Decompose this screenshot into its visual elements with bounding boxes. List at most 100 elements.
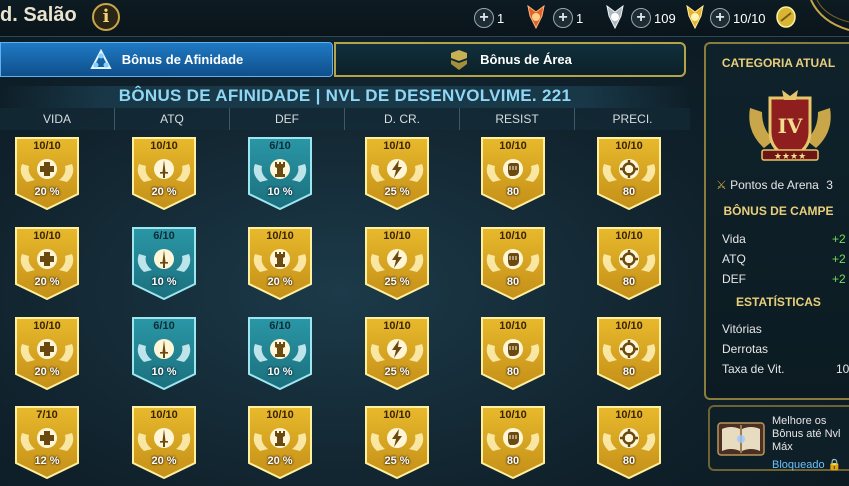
badge-value: 80 [506,186,520,198]
swords-icon: ⚔ [716,178,727,192]
add-icon[interactable]: + [553,8,573,28]
badge-level: 10/10 [615,320,643,332]
arena-points-label: Pontos de Arena [730,178,819,192]
tower-icon [268,247,292,271]
bonus-badge[interactable]: 10/10 80 [595,136,663,210]
bonus-grid: 10/10 20 % 10/10 20 % 6/10 10 % 10/10 25 % 10/10… [0,136,690,486]
upgrade-text-line: Melhore os [772,415,827,427]
badge-level: 10/10 [266,409,294,421]
fist-icon [501,247,525,271]
badge-value: 25 % [384,455,410,467]
badge-level: 10/10 [383,230,411,242]
badge-level: 10/10 [33,230,61,242]
bonus-value: +2 [832,272,846,286]
stat-label: Derrotas [722,342,769,356]
tower-icon [268,157,292,181]
resource-gold-medal[interactable]: + 109 [631,4,704,30]
badge-value: 10 % [267,366,293,378]
badge-level: 6/10 [153,230,175,242]
bonus-badge[interactable]: 10/10 20 % [13,226,81,300]
bonus-badge[interactable]: 10/10 25 % [363,405,431,479]
column-header-def: DEF [230,108,345,130]
bonus-badge[interactable]: 10/10 20 % [246,405,314,479]
badge-level: 10/10 [33,320,61,332]
resource-silver-medal[interactable]: + 1 [553,4,624,30]
column-header-atq: ATQ [115,108,230,130]
top-bar: d. Salão i + 1 + 1 + 109 + 10/10 [0,0,849,37]
corner-ornament-icon [810,0,849,31]
bonus-badge[interactable]: 6/10 10 % [130,316,198,390]
bonus-badge[interactable]: 6/10 10 % [130,226,198,300]
column-header-dcr: D. CR. [345,108,460,130]
bonus-badge[interactable]: 10/10 20 % [13,136,81,210]
rank-numeral: IV [778,114,803,138]
resource-orange-medal[interactable]: + 1 [474,4,545,30]
tome-icon [717,422,765,456]
stats-row: Vitórias [722,322,849,336]
badge-value: 80 [622,186,636,198]
upgrade-text: Melhore os Bônus até Nvl Máx [772,415,849,454]
tab-affinity-bonus[interactable]: Bônus de Afinidade [0,42,333,77]
badge-value: 10 % [151,366,177,378]
badge-value: 20 % [34,186,60,198]
add-icon[interactable]: + [474,8,494,28]
info-icon[interactable]: i [92,3,120,31]
badge-value: 10 % [267,186,293,198]
gold-medal-icon [686,4,704,30]
badge-value: 80 [622,366,636,378]
bonus-badge[interactable]: 10/10 80 [479,405,547,479]
bonus-badge[interactable]: 10/10 80 [479,316,547,390]
stat-label: Vitórias [722,322,762,336]
resource-value: 1 [576,10,584,26]
bonus-badge[interactable]: 10/10 20 % [246,226,314,300]
tower-icon [268,426,292,450]
locked-status: Bloqueado 🔒 [772,458,841,471]
bonus-badge[interactable]: 7/10 12 % [13,405,81,479]
bonus-badge[interactable]: 10/10 20 % [130,405,198,479]
silver-medal-icon [606,4,624,30]
bonus-label: ATQ [722,252,746,266]
upgrade-bonus-card[interactable]: Melhore os Bônus até Nvl Máx Bloqueado 🔒 [708,405,849,471]
bonus-badge[interactable]: 10/10 25 % [363,316,431,390]
page-title: d. Salão [0,4,77,26]
bonus-badge[interactable]: 10/10 20 % [130,136,198,210]
resource-value: 1 [497,10,505,26]
badge-value: 80 [622,276,636,288]
bonus-badge[interactable]: 6/10 10 % [246,136,314,210]
crosshair-icon [617,157,641,181]
lightning-icon [385,247,409,271]
cross-icon [35,337,59,361]
gold-token-icon [776,6,796,28]
upgrade-text-line: Máx [772,441,793,453]
badge-level: 10/10 [615,230,643,242]
resource-value: 10/10 [733,10,766,26]
champion-bonus-row: ATQ +2 [722,252,849,266]
badge-level: 10/10 [499,230,527,242]
bonus-badge[interactable]: 10/10 80 [595,226,663,300]
crosshair-icon [617,337,641,361]
add-icon[interactable]: + [710,8,730,28]
stats-row: Derrotas [722,342,849,356]
fist-icon [501,337,525,361]
bonus-badge[interactable]: 10/10 80 [479,226,547,300]
add-icon[interactable]: + [631,8,651,28]
bonus-badge[interactable]: 10/10 80 [595,316,663,390]
column-header-resist: RESIST [460,108,575,130]
cross-icon [35,157,59,181]
lightning-icon [385,426,409,450]
stats-row: Taxa de Vit. 10 [722,362,849,376]
tab-area-bonus[interactable]: Bônus de Área [334,42,686,77]
bonus-label: DEF [722,272,746,286]
resource-gold-token[interactable]: + 10/10 [710,6,796,29]
lightning-icon [385,157,409,181]
badge-level: 10/10 [499,409,527,421]
bonus-badge[interactable]: 10/10 80 [479,136,547,210]
bonus-badge[interactable]: 10/10 25 % [363,226,431,300]
crosshair-icon [617,426,641,450]
bonus-badge[interactable]: 6/10 10 % [246,316,314,390]
svg-text:★★★★: ★★★★ [774,152,806,162]
bonus-badge[interactable]: 10/10 25 % [363,136,431,210]
bonus-badge[interactable]: 10/10 20 % [13,316,81,390]
badge-level: 10/10 [150,409,178,421]
bonus-badge[interactable]: 10/10 80 [595,405,663,479]
